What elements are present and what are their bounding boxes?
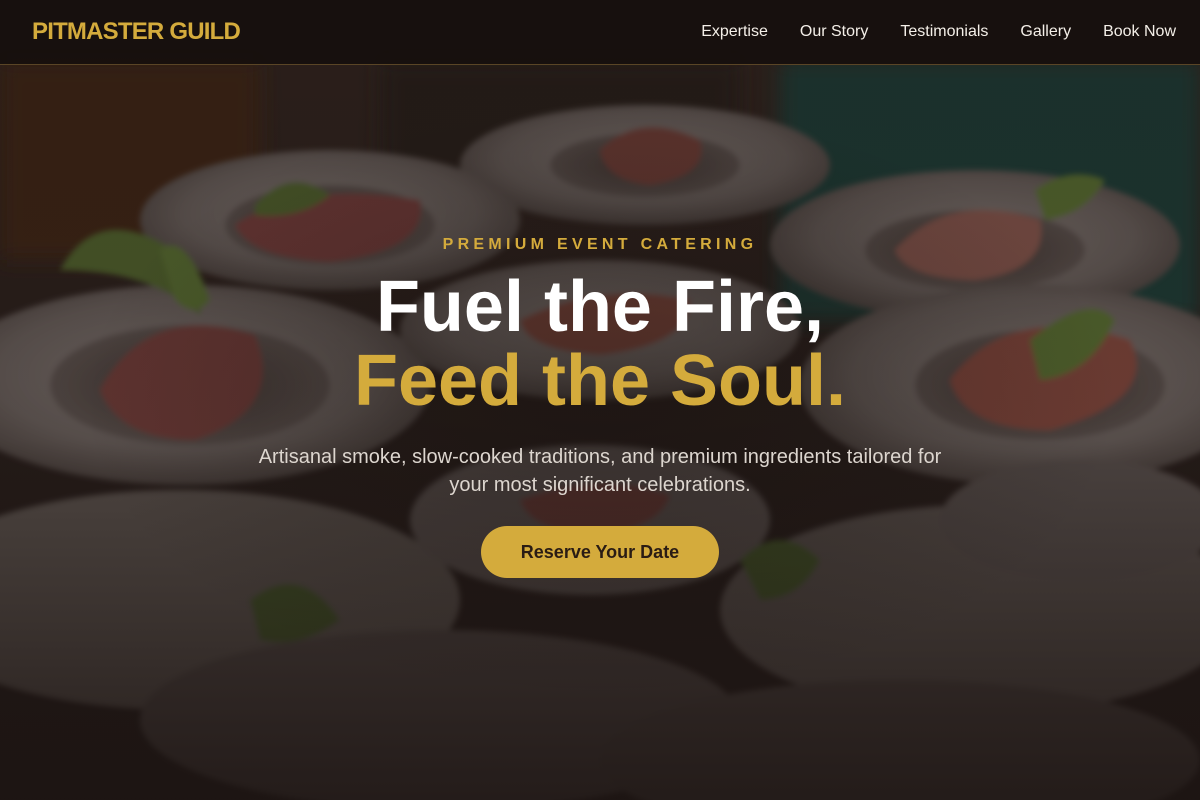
hero-section: PREMIUM EVENT CATERING Fuel the Fire, Fe… xyxy=(0,0,1200,800)
site-header: PITMASTER GUILD Expertise Our Story Test… xyxy=(0,0,1200,65)
brand-logo[interactable]: PITMASTER GUILD xyxy=(32,18,241,46)
hero-headline-line2: Feed the Soul. xyxy=(353,341,847,421)
nav-link-testimonials[interactable]: Testimonials xyxy=(900,23,988,41)
nav-link-expertise[interactable]: Expertise xyxy=(701,23,768,41)
hero-headline: Fuel the Fire, Feed the Soul. xyxy=(0,270,1200,418)
nav-link-our-story[interactable]: Our Story xyxy=(800,23,868,41)
hero-headline-line1: Fuel the Fire, xyxy=(375,267,825,347)
main-nav: Expertise Our Story Testimonials Gallery… xyxy=(669,23,1176,41)
reserve-date-button[interactable]: Reserve Your Date xyxy=(481,526,719,578)
nav-link-gallery[interactable]: Gallery xyxy=(1020,23,1071,41)
hero-lead-text: Artisanal smoke, slow-cooked traditions,… xyxy=(258,446,942,496)
hero-eyebrow: PREMIUM EVENT CATERING xyxy=(442,236,758,253)
nav-link-book-now[interactable]: Book Now xyxy=(1103,23,1176,41)
